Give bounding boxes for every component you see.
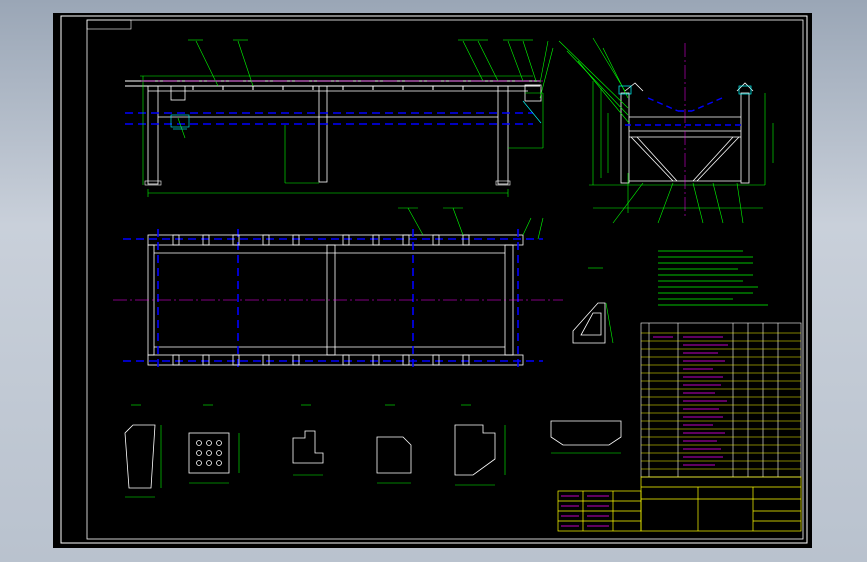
parts-list-fill (653, 336, 728, 466)
front-elevation (125, 39, 554, 197)
drawing-sheet (53, 13, 812, 548)
side-elevation (558, 37, 774, 224)
technical-notes (658, 250, 768, 306)
outer-border (60, 15, 808, 544)
parts-list (640, 322, 802, 478)
corner-tag-box (86, 19, 132, 30)
title-block (557, 476, 802, 532)
plan-view (113, 207, 563, 371)
section-detail-right (572, 267, 614, 344)
parts-dimensions (125, 404, 621, 498)
parts-details (124, 420, 622, 489)
cad-drawing (60, 15, 808, 544)
